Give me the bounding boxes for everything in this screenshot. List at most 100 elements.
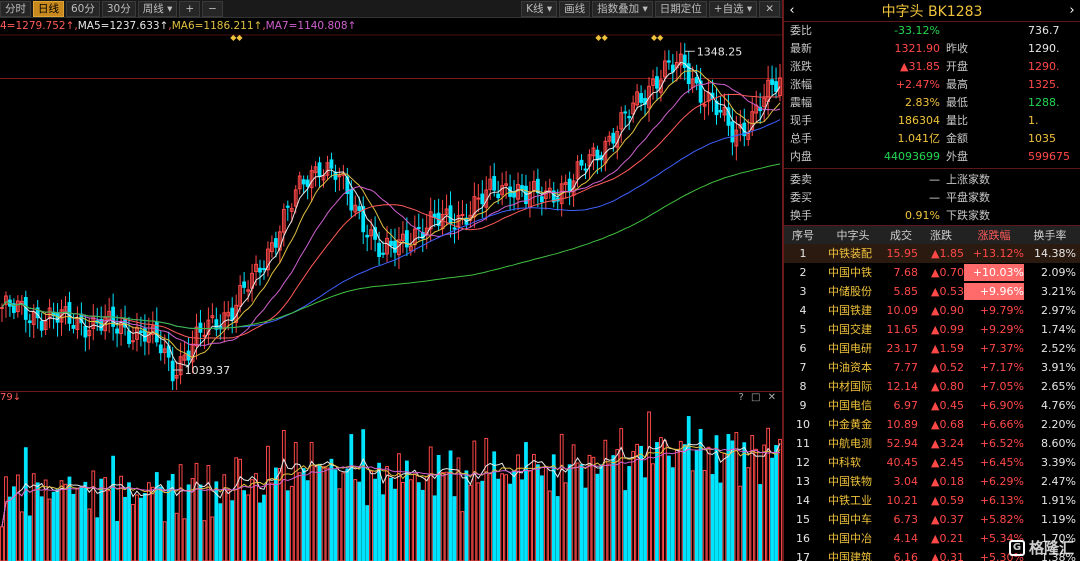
tab-daily[interactable]: 日线 [33, 0, 64, 17]
stat-label: 最低 [946, 96, 968, 109]
volume-bar [678, 440, 683, 561]
stat-value: 186304 [898, 114, 940, 127]
volume-bar [770, 457, 774, 561]
col-change[interactable]: 涨跌 [918, 226, 964, 244]
table-row[interactable]: 9 中国电信 6.97 ▲0.45 +6.90% 4.76% [784, 396, 1080, 415]
table-row[interactable]: 14 中铁工业 10.21 ▲0.59 +6.13% 1.91% [784, 491, 1080, 510]
table-row[interactable]: 15 中国中车 6.73 ▲0.37 +5.82% 1.19% [784, 510, 1080, 529]
chevron-left-icon[interactable]: ‹ [784, 3, 800, 18]
table-row[interactable]: 11 中航电测 52.94 ▲3.24 +6.52% 8.60% [784, 434, 1080, 453]
candle-body [202, 334, 207, 337]
tab-intraday[interactable]: 分时 [0, 0, 31, 17]
volume-bar [690, 470, 695, 561]
table-row[interactable]: 3 中储股份 5.85 ▲0.53 +9.96% 3.21% [784, 282, 1080, 301]
table-row[interactable]: 7 中油资本 7.77 ▲0.52 +7.17% 3.91% [784, 358, 1080, 377]
volume-bar [178, 464, 183, 561]
volume-bar [420, 489, 425, 561]
col-index[interactable]: 序号 [784, 226, 822, 244]
volume-bar [722, 452, 727, 561]
stock-name: 中金黄金 [828, 418, 872, 431]
stock-name: 中国中车 [828, 513, 872, 526]
volume-bar [412, 473, 417, 561]
tab-60min[interactable]: 60分 [66, 0, 100, 17]
stat-row: 现手 186304 量比 1. [784, 112, 1080, 130]
stock-change-pct: +9.29% [979, 323, 1024, 336]
stock-price: 7.68 [893, 266, 919, 279]
volume-bar [55, 488, 60, 561]
stock-price: 6.97 [893, 399, 919, 412]
candle-body [198, 322, 203, 333]
draw-line-button[interactable]: 画线 [559, 0, 591, 17]
volume-bar [587, 454, 592, 561]
volume-bar [555, 496, 560, 561]
volume-bar [377, 462, 381, 561]
volume-bar [226, 490, 231, 561]
candle-body [365, 234, 370, 238]
stock-name: 中储股份 [828, 285, 872, 298]
table-row[interactable]: 4 中国铁建 10.09 ▲0.90 +9.79% 2.97% [784, 301, 1080, 320]
stat-row: 总手 1.041亿 金额 1035 [784, 130, 1080, 148]
volume-bar [123, 496, 127, 561]
zoom-in-button[interactable]: + [179, 0, 201, 17]
stock-change-pct: +6.45% [979, 456, 1024, 469]
volume-bar [393, 488, 397, 561]
stock-change-pct: +6.29% [979, 475, 1024, 488]
stock-change: ▲0.80 [931, 380, 964, 393]
table-row[interactable]: 12 中科软 40.45 ▲2.45 +6.45% 3.39% [784, 453, 1080, 472]
stock-turnover: 8.60% [1041, 437, 1076, 450]
volume-bar [242, 490, 247, 561]
row-index: 4 [799, 304, 807, 317]
candle-body [258, 267, 262, 273]
table-row[interactable]: 8 中材国际 12.14 ▲0.80 +7.05% 2.65% [784, 377, 1080, 396]
stat-value: — [929, 173, 940, 186]
tab-30min[interactable]: 30分 [101, 0, 136, 17]
volume-bar [258, 502, 262, 561]
kline-type-dropdown[interactable]: K线 ▾ [521, 0, 558, 17]
table-row[interactable]: 1 中铁装配 15.95 ▲1.85 +13.12% 14.38% [784, 244, 1080, 263]
table-row[interactable]: 2 中国中铁 7.68 ▲0.70 +10.03% 2.09% [784, 263, 1080, 282]
ma10-line [1, 69, 781, 358]
volume-bar [436, 454, 441, 561]
volume-bar [670, 467, 675, 561]
volume-bar [385, 466, 389, 561]
date-locate-button[interactable]: 日期定位 [654, 0, 707, 17]
candle-body [39, 320, 44, 331]
volume-bar [726, 434, 731, 561]
row-index: 14 [796, 494, 810, 507]
col-name[interactable]: 中字头 [822, 226, 884, 244]
stat-label: 平盘家数 [946, 191, 990, 204]
candle-body [623, 111, 628, 114]
index-overlay-dropdown[interactable]: 指数叠加 ▾ [592, 0, 653, 17]
col-change-pct[interactable]: 涨跌幅 [964, 226, 1024, 244]
quote-stats: 委比 -33.12% 736.7 最新 1321.90 昨收 1290. 涨跌 ▲31.85 开盘… [784, 22, 1080, 166]
volume-bar [51, 491, 56, 561]
col-price[interactable]: 成交 [884, 226, 918, 244]
col-turnover[interactable]: 换手率 [1024, 226, 1080, 244]
candle-body [639, 93, 643, 103]
volume-bar [528, 470, 532, 561]
volume-panel-controls[interactable]: ? □ ✕ [739, 392, 779, 404]
volume-bar [579, 464, 584, 561]
volume-bar [655, 442, 659, 561]
zoom-out-button[interactable]: − [202, 0, 223, 17]
candle-body [139, 330, 143, 333]
volume-bar [238, 458, 243, 561]
candle-body [317, 162, 322, 178]
tab-weekly-dropdown[interactable]: 周线 ▾ [137, 0, 178, 17]
candlestick-chart[interactable]: 1348.25 1039.37 ◆◆ ◆◆ ◆◆ [0, 34, 782, 390]
stock-change-pct: +6.52% [979, 437, 1024, 450]
volume-bar [762, 444, 767, 561]
close-icon[interactable]: ✕ [759, 0, 780, 17]
add-watchlist-dropdown[interactable]: +自选 ▾ [708, 0, 758, 17]
volume-bar [23, 447, 28, 561]
table-row[interactable]: 5 中国交建 11.65 ▲0.99 +9.29% 1.74% [784, 320, 1080, 339]
candle-body [567, 178, 572, 192]
chevron-right-icon[interactable]: › [1064, 3, 1080, 18]
table-row[interactable]: 10 中金黄金 10.89 ▲0.68 +6.66% 2.20% [784, 415, 1080, 434]
table-row[interactable]: 13 中国铁物 3.04 ▲0.18 +6.29% 2.47% [784, 472, 1080, 491]
volume-chart[interactable] [0, 404, 782, 561]
volume-bar [349, 434, 354, 561]
volume-bar [321, 466, 326, 561]
candle-body [393, 240, 397, 253]
table-row[interactable]: 6 中国电研 23.17 ▲1.59 +7.37% 2.52% [784, 339, 1080, 358]
